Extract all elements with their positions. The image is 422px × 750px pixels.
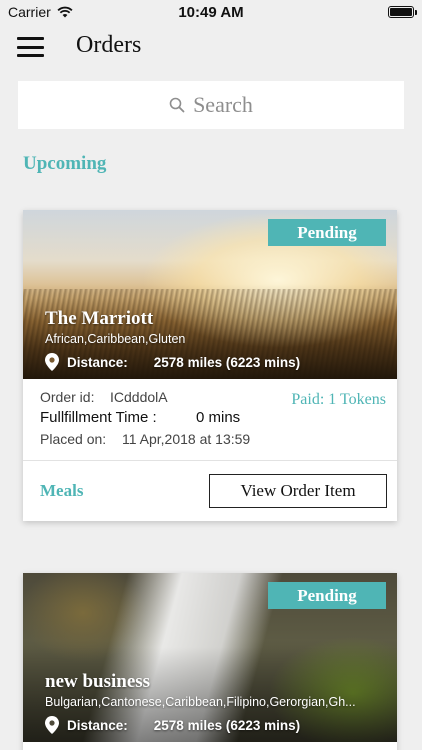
carrier-label: Carrier — [8, 4, 51, 20]
card-footer: Meals View Order Item — [23, 461, 397, 521]
distance-row: Distance: 2578 miles (6223 mins) — [45, 353, 389, 371]
distance-label: Distance: — [67, 717, 128, 733]
hamburger-menu-icon[interactable] — [17, 37, 44, 57]
search-icon — [169, 97, 185, 113]
section-title-upcoming: Upcoming — [23, 153, 107, 174]
order-category: Meals — [40, 481, 84, 500]
cuisine-list: African,Caribbean,Gluten — [45, 332, 186, 346]
distance-label: Distance: — [67, 354, 128, 370]
status-badge: Pending — [268, 582, 386, 609]
placed-on-row: Placed on: 11 Apr,2018 at 13:59 — [40, 429, 380, 449]
business-name: new business — [45, 671, 151, 692]
wifi-icon — [57, 6, 73, 18]
order-card[interactable]: Pending The Marriott African,Caribbean,G… — [23, 210, 397, 521]
location-pin-icon — [45, 716, 59, 734]
fulfillment-label: Fullfillment Time : — [40, 409, 157, 426]
status-bar: Carrier 10:49 AM — [0, 0, 422, 24]
search-bar[interactable]: Search — [18, 81, 404, 129]
placed-on-label: Placed on: — [40, 431, 107, 447]
status-left: Carrier — [8, 4, 73, 20]
order-card[interactable]: Pending new business Bulgarian,Cantonese… — [23, 573, 397, 750]
location-pin-icon — [45, 353, 59, 371]
nav-bar: Orders — [0, 28, 422, 66]
fulfillment-value: 0 mins — [196, 409, 241, 426]
cuisine-list: Bulgarian,Cantonese,Caribbean,Filipino,G… — [45, 695, 356, 709]
business-image: Pending The Marriott African,Caribbean,G… — [23, 210, 397, 379]
status-badge: Pending — [268, 219, 386, 246]
battery-icon — [388, 6, 417, 18]
order-details: Order id: ICdddolA Fullfillment Time : 0… — [23, 379, 397, 461]
view-order-item-button[interactable]: View Order Item — [209, 474, 387, 508]
placed-on-value: 11 Apr,2018 at 13:59 — [122, 431, 251, 447]
business-image: Pending new business Bulgarian,Cantonese… — [23, 573, 397, 742]
order-id-label: Order id: — [40, 389, 95, 405]
page-title: Orders — [76, 32, 142, 58]
distance-value: 2578 miles (6223 mins) — [153, 354, 301, 370]
order-id-value: ICdddolA — [110, 389, 168, 405]
distance-row: Distance: 2578 miles (6223 mins) — [45, 716, 389, 734]
distance-value: 2578 miles (6223 mins) — [153, 717, 301, 733]
paid-tokens: Paid: 1 Tokens — [291, 391, 386, 408]
business-name: The Marriott — [45, 308, 154, 329]
search-input[interactable]: Search — [193, 92, 253, 118]
fulfillment-row: Fullfillment Time : 0 mins — [40, 407, 380, 429]
